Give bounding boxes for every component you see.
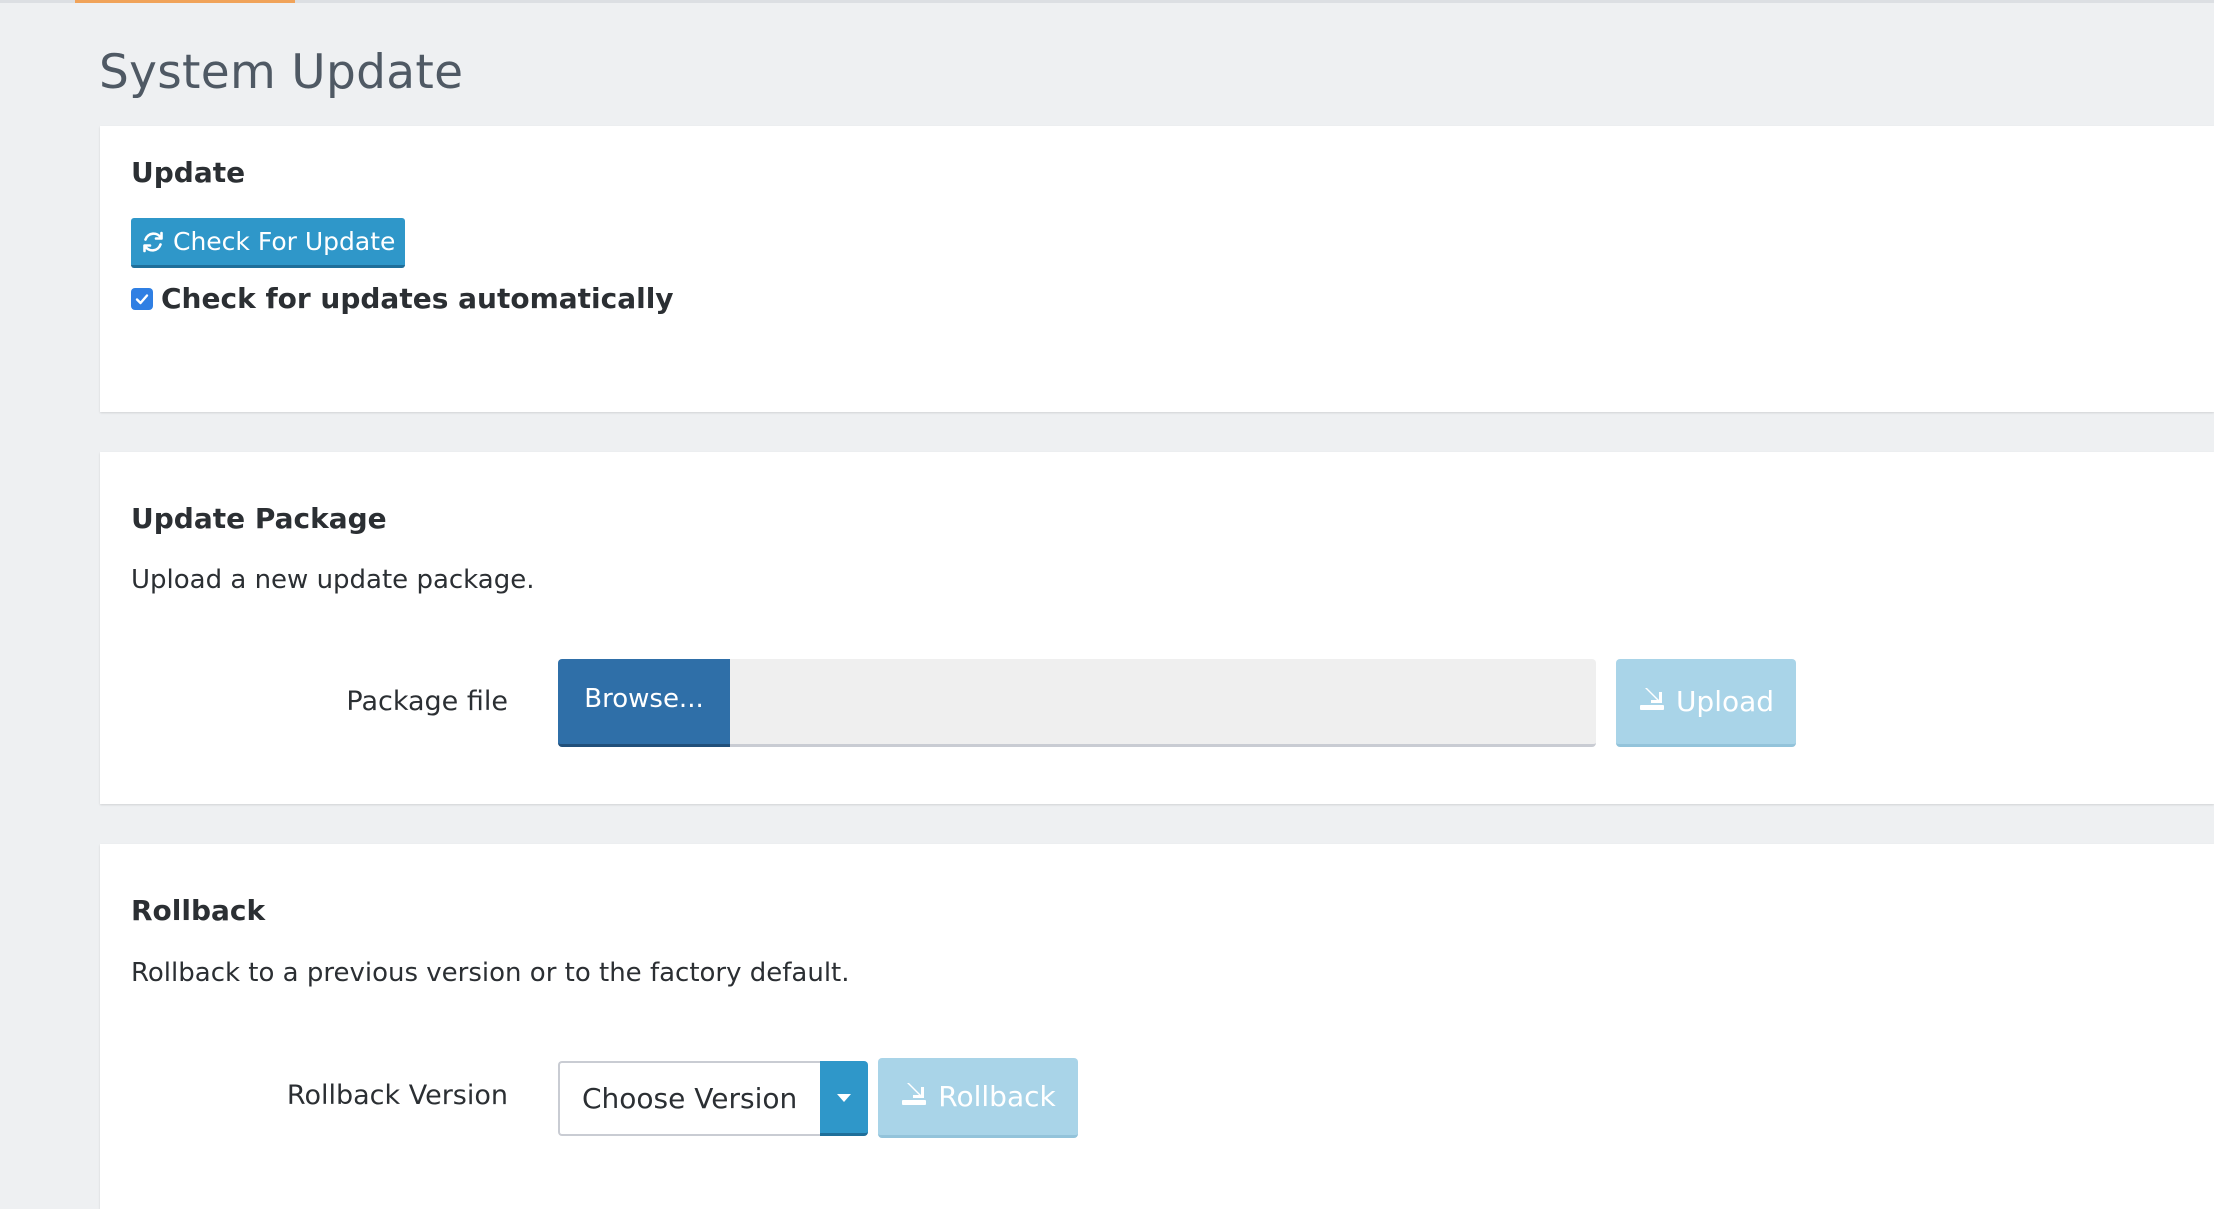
top-bar <box>0 0 2214 3</box>
auto-update-row: Check for updates automatically <box>131 282 674 315</box>
rollback-panel: Rollback Rollback to a previous version … <box>100 844 2214 1209</box>
rollback-version-value[interactable]: Choose Version <box>558 1061 820 1136</box>
check-for-update-button[interactable]: Check For Update <box>131 218 406 268</box>
rollback-version-select[interactable]: Choose Version <box>558 1061 868 1136</box>
rollback-description: Rollback to a previous version or to the… <box>131 958 850 988</box>
update-package-panel: Update Package Upload a new update packa… <box>100 452 2214 804</box>
caret-down-icon <box>837 1088 851 1107</box>
update-package-title: Update Package <box>131 502 387 535</box>
upload-icon <box>1638 684 1666 719</box>
browse-button[interactable]: Browse... <box>558 659 730 747</box>
update-panel: Update Check For Update Check for update… <box>100 126 2214 412</box>
check-for-update-label: Check For Update <box>173 227 396 256</box>
upload-icon <box>900 1079 928 1114</box>
update-panel-title: Update <box>131 156 246 189</box>
active-tab-indicator <box>75 0 295 3</box>
rollback-version-label: Rollback Version <box>286 1080 508 1111</box>
upload-button[interactable]: Upload <box>1616 659 1796 747</box>
package-file-group: Browse... <box>558 659 1596 747</box>
rollback-label: Rollback <box>938 1080 1056 1113</box>
refresh-icon <box>141 230 165 254</box>
package-file-input[interactable] <box>730 659 1596 747</box>
rollback-button[interactable]: Rollback <box>878 1058 1078 1138</box>
auto-update-label[interactable]: Check for updates automatically <box>161 282 674 315</box>
page-title: System Update <box>99 45 464 100</box>
auto-update-checkbox[interactable] <box>131 287 153 310</box>
upload-label: Upload <box>1675 685 1775 718</box>
update-package-description: Upload a new update package. <box>131 565 535 595</box>
dropdown-toggle[interactable] <box>820 1061 868 1136</box>
rollback-title: Rollback <box>131 894 266 927</box>
package-file-label: Package file <box>346 686 508 717</box>
